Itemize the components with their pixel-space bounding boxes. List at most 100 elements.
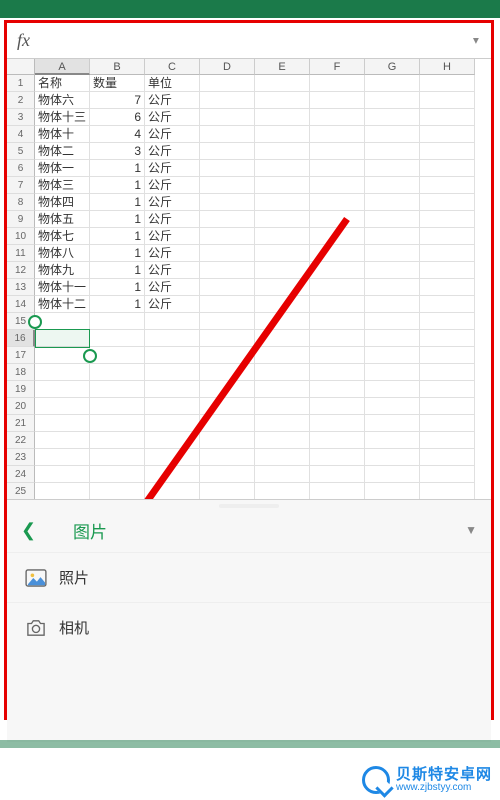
cell[interactable] (90, 381, 145, 398)
cell[interactable]: 1 (90, 160, 145, 177)
cell[interactable] (35, 483, 90, 499)
cell[interactable]: 物体十二 (35, 296, 90, 313)
cell[interactable] (310, 126, 365, 143)
row-header[interactable]: 5 (7, 143, 35, 160)
cell[interactable] (145, 330, 200, 347)
cell[interactable] (310, 330, 365, 347)
row-header[interactable]: 7 (7, 177, 35, 194)
cell[interactable] (310, 245, 365, 262)
cell[interactable] (145, 415, 200, 432)
cell[interactable]: 1 (90, 262, 145, 279)
row-header[interactable]: 24 (7, 466, 35, 483)
row-header[interactable]: 25 (7, 483, 35, 499)
cell[interactable] (35, 313, 90, 330)
cell[interactable] (200, 313, 255, 330)
row-header[interactable]: 23 (7, 449, 35, 466)
selection-handle-bottom[interactable] (83, 349, 97, 363)
cell[interactable] (310, 347, 365, 364)
cell[interactable] (200, 245, 255, 262)
cell[interactable]: 公斤 (145, 245, 200, 262)
spreadsheet-grid[interactable]: ABCDEFGH 1234567891011121314151617181920… (7, 59, 491, 499)
cell[interactable] (255, 92, 310, 109)
cells[interactable]: 名称数量单位物体六7公斤物体十三6公斤物体十4公斤物体二3公斤物体一1公斤物体三… (35, 75, 491, 499)
cell[interactable] (35, 364, 90, 381)
row-header[interactable]: 21 (7, 415, 35, 432)
row-header[interactable]: 1 (7, 75, 35, 92)
cell[interactable] (420, 483, 475, 499)
cell[interactable]: 4 (90, 126, 145, 143)
cell[interactable] (310, 109, 365, 126)
cell[interactable] (420, 177, 475, 194)
row-header[interactable]: 12 (7, 262, 35, 279)
row-header[interactable]: 20 (7, 398, 35, 415)
cell[interactable] (310, 415, 365, 432)
cell[interactable] (310, 296, 365, 313)
cell[interactable] (365, 109, 420, 126)
cell[interactable] (310, 211, 365, 228)
cell[interactable] (420, 432, 475, 449)
cell[interactable] (365, 262, 420, 279)
panel-item-photo[interactable]: 照片 (7, 552, 491, 602)
cell[interactable] (310, 466, 365, 483)
cell[interactable] (365, 245, 420, 262)
column-header[interactable]: G (365, 59, 420, 75)
cell[interactable] (90, 449, 145, 466)
cell[interactable] (90, 432, 145, 449)
cell[interactable] (200, 415, 255, 432)
row-header[interactable]: 11 (7, 245, 35, 262)
cell[interactable] (255, 211, 310, 228)
cell[interactable] (255, 126, 310, 143)
cell[interactable]: 公斤 (145, 262, 200, 279)
cell[interactable] (420, 262, 475, 279)
cell[interactable] (90, 415, 145, 432)
cell[interactable] (255, 398, 310, 415)
cell[interactable] (310, 398, 365, 415)
cell[interactable]: 物体三 (35, 177, 90, 194)
cell[interactable] (200, 262, 255, 279)
cell[interactable] (200, 330, 255, 347)
cell[interactable] (310, 483, 365, 499)
cell[interactable]: 名称 (35, 75, 90, 92)
cell[interactable] (310, 449, 365, 466)
cell[interactable] (200, 126, 255, 143)
cell[interactable] (255, 364, 310, 381)
selection-handle-top[interactable] (28, 315, 42, 329)
cell[interactable] (255, 143, 310, 160)
cell[interactable] (420, 245, 475, 262)
cell[interactable] (200, 143, 255, 160)
cell[interactable]: 3 (90, 143, 145, 160)
cell[interactable] (310, 313, 365, 330)
cell[interactable] (145, 364, 200, 381)
cell[interactable] (255, 75, 310, 92)
cell[interactable] (90, 347, 145, 364)
row-header[interactable]: 8 (7, 194, 35, 211)
cell[interactable] (365, 126, 420, 143)
cell[interactable] (35, 398, 90, 415)
cell[interactable] (420, 143, 475, 160)
cell[interactable] (420, 330, 475, 347)
cell[interactable] (420, 449, 475, 466)
row-header[interactable]: 17 (7, 347, 35, 364)
cell[interactable]: 物体九 (35, 262, 90, 279)
cell[interactable] (200, 109, 255, 126)
cell[interactable] (200, 279, 255, 296)
cell[interactable]: 1 (90, 194, 145, 211)
cell[interactable] (310, 75, 365, 92)
cell[interactable] (90, 483, 145, 499)
cell[interactable]: 公斤 (145, 228, 200, 245)
cell[interactable] (420, 296, 475, 313)
cell[interactable] (145, 381, 200, 398)
cell[interactable]: 1 (90, 177, 145, 194)
cell[interactable]: 物体七 (35, 228, 90, 245)
cell[interactable] (255, 228, 310, 245)
column-header[interactable]: A (35, 59, 90, 75)
cell[interactable]: 公斤 (145, 143, 200, 160)
cell[interactable] (200, 194, 255, 211)
cell[interactable] (90, 364, 145, 381)
column-header[interactable]: D (200, 59, 255, 75)
cell[interactable] (420, 92, 475, 109)
cell[interactable] (365, 466, 420, 483)
column-header[interactable]: F (310, 59, 365, 75)
cell[interactable] (310, 92, 365, 109)
cell[interactable]: 物体十一 (35, 279, 90, 296)
